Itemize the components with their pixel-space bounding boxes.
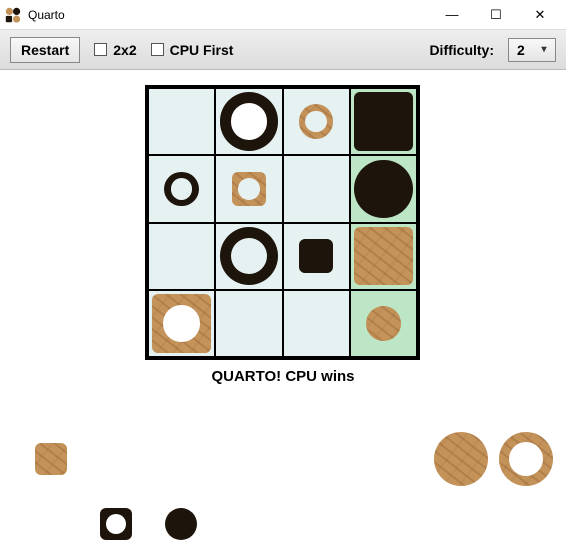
game-piece[interactable] [35, 443, 67, 475]
window-maximize-button[interactable]: ☐ [474, 1, 518, 29]
option-cpu-first-label: CPU First [170, 42, 234, 58]
game-piece[interactable] [152, 294, 211, 353]
board-cell[interactable] [350, 88, 417, 155]
piece-tray [0, 413, 566, 553]
game-piece[interactable] [299, 104, 334, 139]
game-board [145, 85, 420, 360]
game-piece[interactable] [220, 92, 279, 151]
game-piece[interactable] [354, 227, 413, 286]
game-piece[interactable] [434, 432, 489, 487]
game-piece[interactable] [366, 306, 401, 341]
titlebar: Quarto — ☐ ✕ [0, 0, 566, 30]
option-cpu-first-checkbox[interactable]: CPU First [151, 42, 234, 58]
restart-button[interactable]: Restart [10, 37, 80, 63]
difficulty-label: Difficulty: [429, 42, 494, 58]
game-piece[interactable] [299, 239, 334, 274]
difficulty-select[interactable]: 2 ▾ [508, 38, 556, 62]
board-cell[interactable] [215, 290, 282, 357]
status-text: QUARTO! CPU wins [0, 368, 566, 385]
checkbox-icon [151, 43, 164, 56]
game-piece[interactable] [220, 227, 279, 286]
tray-slot [20, 428, 82, 490]
window-minimize-button[interactable]: — [430, 1, 474, 29]
board-cell[interactable] [215, 88, 282, 155]
game-piece[interactable] [165, 508, 197, 540]
option-2x2-checkbox[interactable]: 2x2 [94, 42, 136, 58]
window-title: Quarto [28, 8, 65, 22]
game-piece[interactable] [164, 172, 199, 207]
board-cell[interactable] [283, 88, 350, 155]
app-logo-icon [4, 6, 22, 24]
board-cell[interactable] [283, 223, 350, 290]
board-cell[interactable] [350, 155, 417, 222]
option-2x2-label: 2x2 [113, 42, 136, 58]
chevron-down-icon: ▾ [537, 44, 551, 55]
window-close-button[interactable]: ✕ [518, 1, 562, 29]
board-cell[interactable] [148, 88, 215, 155]
board-cell[interactable] [283, 290, 350, 357]
board-cell[interactable] [283, 155, 350, 222]
tray-slot [85, 493, 147, 555]
board-cell[interactable] [350, 290, 417, 357]
board-cell[interactable] [148, 290, 215, 357]
game-piece[interactable] [499, 432, 554, 487]
board-cell[interactable] [148, 155, 215, 222]
tray-slot [430, 428, 492, 490]
difficulty-value: 2 [517, 42, 525, 58]
checkbox-icon [94, 43, 107, 56]
game-piece[interactable] [232, 172, 267, 207]
board-cell[interactable] [148, 223, 215, 290]
tray-slot [495, 428, 557, 490]
tray-slot [150, 493, 212, 555]
game-piece[interactable] [354, 92, 413, 151]
board-cell[interactable] [215, 155, 282, 222]
board-cell[interactable] [350, 223, 417, 290]
game-piece[interactable] [354, 160, 413, 219]
board-cell[interactable] [215, 223, 282, 290]
toolbar: Restart 2x2 CPU First Difficulty: 2 ▾ [0, 30, 566, 70]
game-piece[interactable] [100, 508, 132, 540]
game-area: QUARTO! CPU wins [0, 70, 566, 553]
